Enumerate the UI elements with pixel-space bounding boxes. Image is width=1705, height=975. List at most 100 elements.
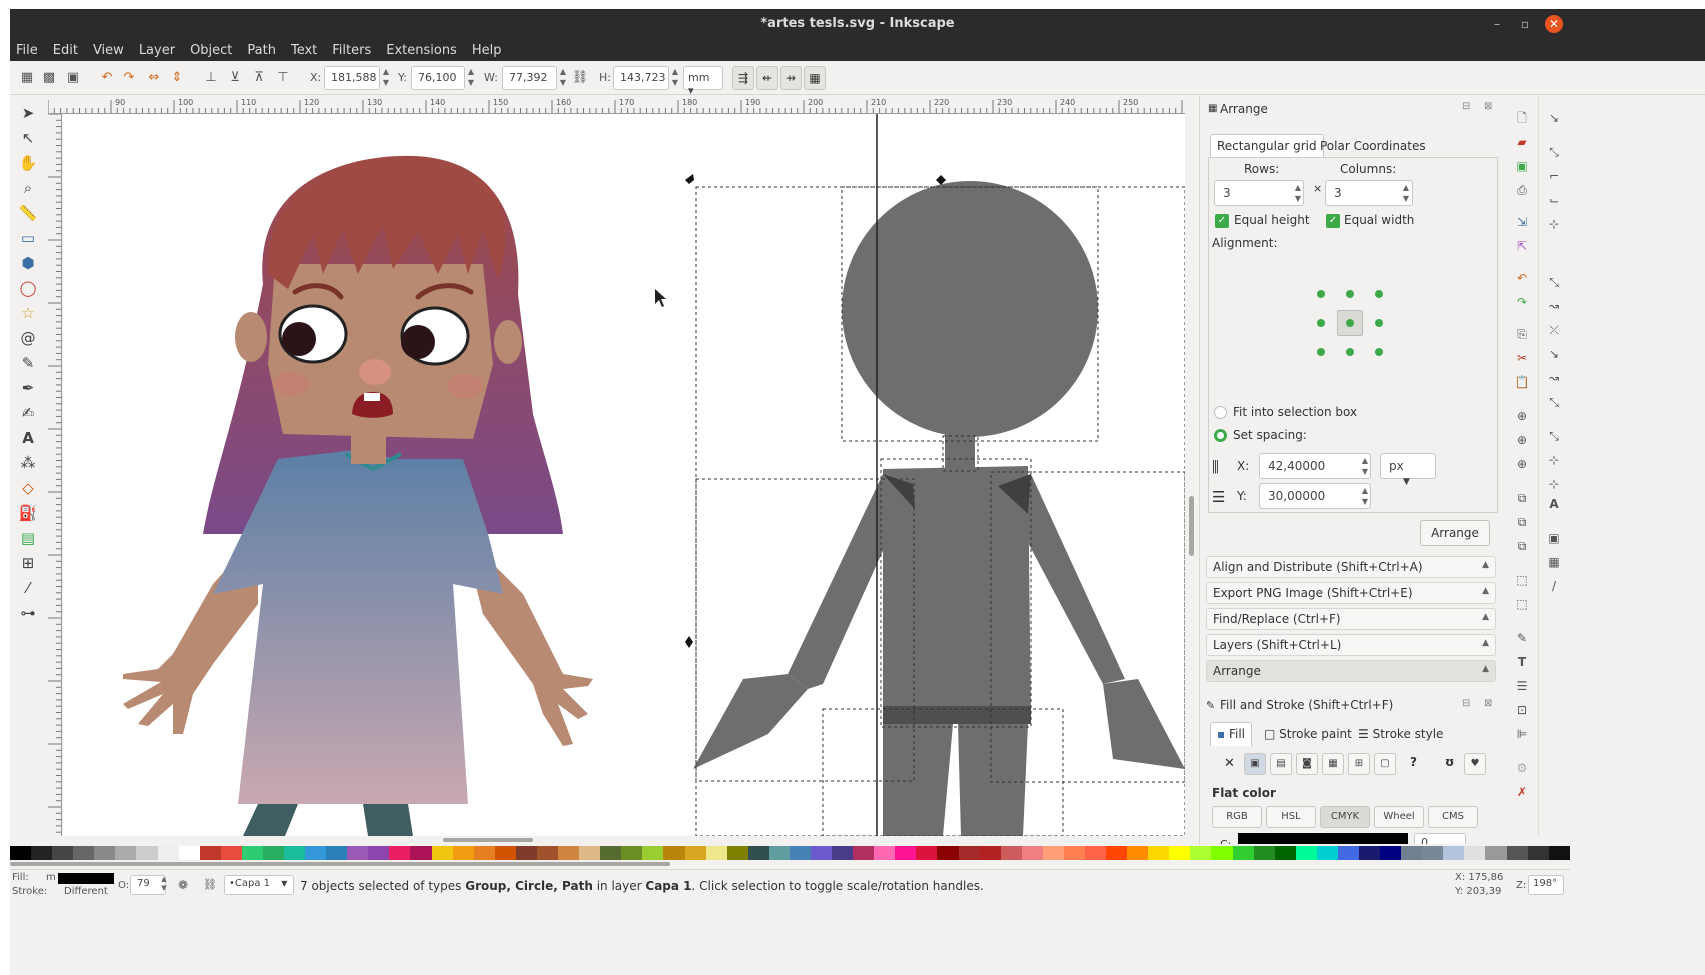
spacing-x-field[interactable]: 42,40000	[1259, 453, 1371, 479]
columns-spinner[interactable]: ▲ ▼	[1400, 182, 1412, 204]
text-dialog-icon[interactable]: T	[1512, 652, 1532, 672]
minimize-icon[interactable]: –	[1488, 15, 1506, 33]
3dbox-icon[interactable]: ⬢	[16, 252, 40, 274]
palette-swatch[interactable]	[368, 846, 390, 860]
color-palette[interactable]	[10, 846, 1570, 860]
girl-character[interactable]	[123, 155, 593, 836]
rotate-cw-icon[interactable]: ↷	[120, 69, 138, 87]
palette-swatch[interactable]	[157, 846, 179, 860]
bucket-icon[interactable]: ⛽	[16, 502, 40, 524]
palette-swatch[interactable]	[1148, 846, 1170, 860]
dropper-icon[interactable]: ⁄	[16, 577, 40, 599]
snap-text-baseline-icon[interactable]: ⊹	[1544, 474, 1564, 494]
panel-layers[interactable]: Layers (Shift+Ctrl+L) ▲	[1206, 634, 1496, 656]
spiral-icon[interactable]: @	[16, 327, 40, 349]
palette-swatch[interactable]	[1063, 846, 1085, 860]
palette-swatch[interactable]	[136, 846, 158, 860]
h-spinner[interactable]: ▲ ▼	[669, 66, 681, 90]
equal-width-checkbox[interactable]: ✓	[1326, 214, 1340, 228]
palette-swatch[interactable]	[1380, 846, 1402, 860]
open-icon[interactable]: ▰	[1512, 132, 1532, 152]
cyan-field[interactable]: 0	[1414, 833, 1466, 844]
print-icon[interactable]: ⎙	[1512, 180, 1532, 200]
palette-swatch[interactable]	[1127, 846, 1149, 860]
canvas-vertical-scrollbar[interactable]	[1186, 96, 1198, 836]
palette-swatch[interactable]	[410, 846, 432, 860]
import-bitmap-icon[interactable]: ⇲	[1512, 212, 1532, 232]
import-icon[interactable]: ▣	[1512, 156, 1532, 176]
no-paint-icon[interactable]: ✕	[1224, 756, 1235, 771]
fs-float-icon[interactable]: ⊟	[1462, 698, 1470, 709]
palette-swatch[interactable]	[663, 846, 685, 860]
panel-close-icon[interactable]: ⊠	[1484, 101, 1492, 112]
menu-filters[interactable]: Filters	[332, 43, 371, 58]
align-bottom-center[interactable]	[1346, 348, 1354, 356]
palette-swatch[interactable]	[1253, 846, 1275, 860]
align-bottom-left[interactable]	[1317, 348, 1325, 356]
unset-paint-icon[interactable]: ?	[1410, 755, 1417, 769]
palette-swatch[interactable]	[1359, 846, 1381, 860]
select-all-icon[interactable]: ▦	[18, 69, 36, 87]
swatch-button[interactable]: ▢	[1374, 753, 1396, 775]
palette-swatch[interactable]	[958, 846, 980, 860]
vscroll-thumb[interactable]	[1189, 496, 1194, 556]
palette-swatch[interactable]	[1211, 846, 1233, 860]
connector-icon[interactable]: ⊶	[16, 602, 40, 624]
lock-ratio-icon[interactable]: ⛓	[571, 69, 589, 87]
align-top-right[interactable]	[1375, 290, 1383, 298]
panel-export-png[interactable]: Export PNG Image (Shift+Ctrl+E) ▲	[1206, 582, 1496, 604]
palette-swatch[interactable]	[937, 846, 959, 860]
palette-swatch[interactable]	[1316, 846, 1338, 860]
redo-icon[interactable]: ↷	[1512, 292, 1532, 312]
set-spacing-radio[interactable]	[1214, 429, 1227, 442]
x-field[interactable]: 181,588	[324, 66, 380, 90]
palette-swatch[interactable]	[1169, 846, 1191, 860]
palette-swatch[interactable]	[10, 846, 32, 860]
palette-swatch[interactable]	[1443, 846, 1465, 860]
snap-enable-icon[interactable]: ↘	[1544, 108, 1564, 128]
zoom-selection-icon[interactable]: ⊕	[1512, 406, 1532, 426]
gray-figure[interactable]	[693, 181, 1185, 836]
flip-horizontal-icon[interactable]: ⇔	[145, 69, 163, 87]
raise-top-icon[interactable]: ⊤	[274, 69, 292, 87]
clone-icon[interactable]: ⧉	[1512, 512, 1532, 532]
color-mode-cms[interactable]: CMS	[1428, 806, 1478, 828]
palette-swatch[interactable]	[874, 846, 896, 860]
panel-find-replace[interactable]: Find/Replace (Ctrl+F) ▲	[1206, 608, 1496, 630]
palette-swatch[interactable]	[579, 846, 601, 860]
group-icon[interactable]: ⬚	[1512, 570, 1532, 590]
rows-field[interactable]: 3	[1214, 180, 1304, 206]
palette-swatch[interactable]	[768, 846, 790, 860]
palette-scrollbar[interactable]	[10, 860, 1570, 868]
undo-icon[interactable]: ↶	[1512, 268, 1532, 288]
xml-editor-icon[interactable]: ⊡	[1512, 700, 1532, 720]
rotate-ccw-icon[interactable]: ↶	[98, 69, 116, 87]
w-spinner[interactable]: ▲ ▼	[557, 66, 569, 90]
menu-help[interactable]: Help	[472, 43, 502, 58]
cut-icon[interactable]: ✂	[1512, 348, 1532, 368]
node-icon[interactable]: ↖	[16, 127, 40, 149]
snap-bbox-edge-icon[interactable]: ⌐	[1544, 166, 1564, 186]
snap-rotation-center-icon[interactable]: ⊹	[1544, 450, 1564, 470]
snap-path-icon[interactable]: ↝	[1544, 296, 1564, 316]
menu-extensions[interactable]: Extensions	[386, 43, 457, 58]
snap-center-icon[interactable]: ⤡	[1544, 426, 1564, 446]
color-mode-hsl[interactable]: HSL	[1266, 806, 1316, 828]
close-icon[interactable]: ✕	[1545, 15, 1563, 33]
pencil-icon[interactable]: ✎	[16, 352, 40, 374]
lower-bottom-icon[interactable]: ⊥	[202, 69, 220, 87]
tab-stroke-style[interactable]: ☰ Stroke style	[1352, 723, 1449, 747]
menu-layer[interactable]: Layer	[139, 43, 175, 58]
snap-bbox-icon[interactable]: ⤡	[1544, 142, 1564, 162]
snap-nodes-icon[interactable]: ⤡	[1544, 272, 1564, 292]
ungroup-icon[interactable]: ⬚	[1512, 594, 1532, 614]
copy-icon[interactable]: ⎘	[1512, 324, 1532, 344]
preferences-icon[interactable]: ⚙	[1512, 758, 1532, 778]
document-properties-icon[interactable]: ✗	[1512, 782, 1532, 802]
spacing-y-spinner[interactable]: ▲ ▼	[1359, 485, 1371, 507]
panel-arrange[interactable]: Arrange ▲	[1206, 660, 1496, 682]
radial-gradient-button[interactable]: ◙	[1296, 753, 1318, 775]
palette-swatch[interactable]	[220, 846, 242, 860]
scale-corners-toggle[interactable]: ⇷	[756, 66, 778, 90]
snap-cusp-icon[interactable]: ↘	[1544, 344, 1564, 364]
